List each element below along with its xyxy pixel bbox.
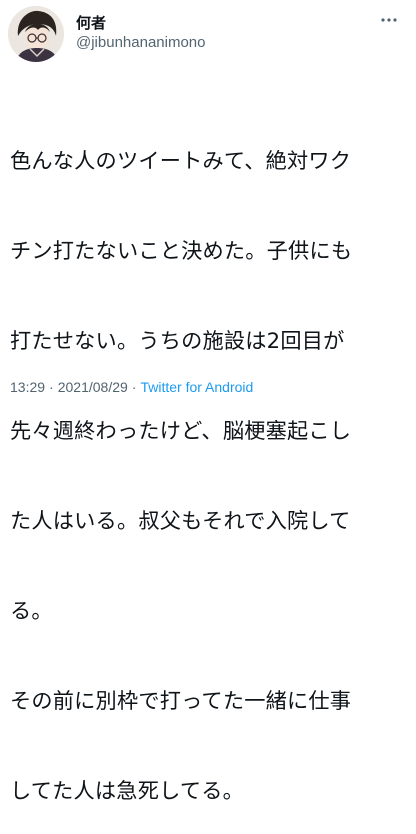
tweet-meta: 13:29 · 2021/08/29 · Twitter for Android <box>10 378 253 396</box>
avatar[interactable] <box>8 6 64 62</box>
user-avatar-illustration-icon <box>8 6 64 62</box>
author-handle[interactable]: @jibunhananimono <box>76 34 206 52</box>
tweet-text-line: その前に別枠で打ってた一緒に仕事 <box>10 688 352 713</box>
tweet-text-line: る。 <box>10 598 53 623</box>
tweet-text-line: 先々週終わったけど、脳梗塞起こし <box>10 418 352 443</box>
meta-separator: · <box>49 379 54 395</box>
tweet-text: 色んな人のツイートみて、絶対ワク チン打たないこと決めた。子供にも 打たせない。… <box>10 86 412 834</box>
tweet-card: 何者 @jibunhananimono 色んな人のツイートみて、絶対ワク チン打… <box>0 0 416 803</box>
tweet-text-line: してた人は急死してる。 <box>10 778 244 803</box>
more-horizontal-icon[interactable] <box>378 12 400 26</box>
author-display-name[interactable]: 何者 <box>76 14 106 32</box>
tweet-time[interactable]: 13:29 <box>10 379 45 395</box>
tweet-date[interactable]: 2021/08/29 <box>58 379 128 395</box>
meta-separator: · <box>131 379 137 395</box>
tweet-text-line: 色んな人のツイートみて、絶対ワク <box>10 148 352 173</box>
tweet-source-link[interactable]: Twitter for Android <box>140 379 253 395</box>
tweet-text-line: チン打たないこと決めた。子供にも <box>10 238 353 263</box>
tweet-text-line: た人はいる。叔父もそれで入院して <box>10 508 351 533</box>
tweet-text-line: 打たせない。うちの施設は2回目が <box>10 328 345 353</box>
